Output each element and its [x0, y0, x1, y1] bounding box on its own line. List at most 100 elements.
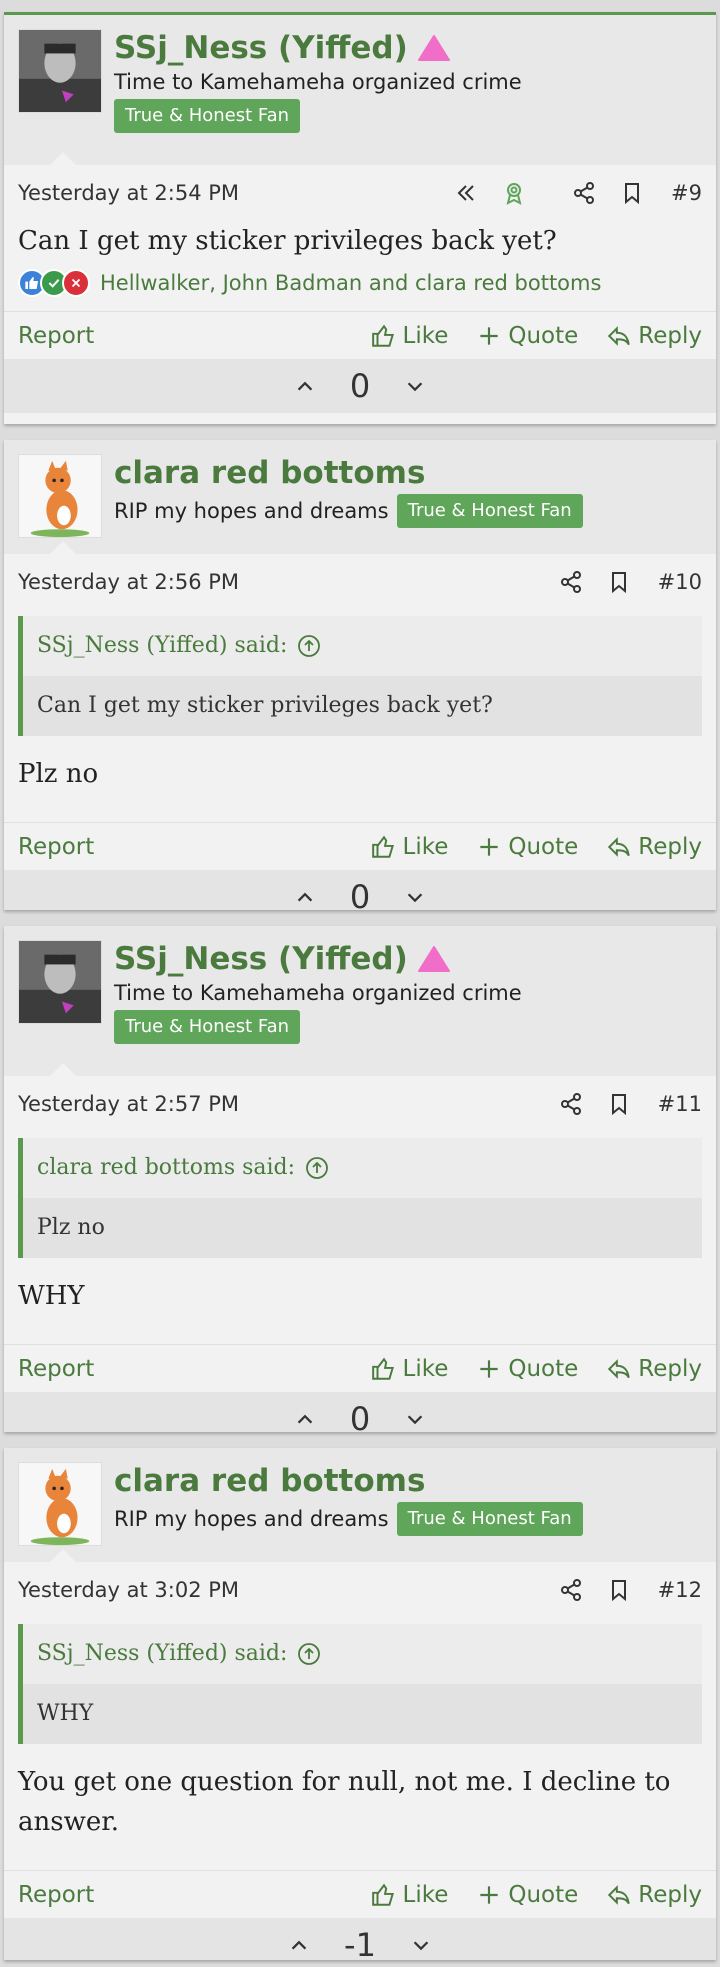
plus-icon: [480, 326, 499, 345]
reactions-list[interactable]: Hellwalker, John Badman and clara red bo…: [100, 271, 601, 295]
downvote-icon[interactable]: [404, 886, 426, 908]
quote-author[interactable]: SSj_Ness (Yiffed) said:: [23, 616, 702, 676]
bookmark-icon[interactable]: [617, 178, 647, 208]
username-link[interactable]: SSj_Ness (Yiffed): [114, 29, 716, 67]
role-triangle-icon: [417, 946, 450, 972]
quote-author[interactable]: clara red bottoms said:: [23, 1138, 702, 1198]
avatar[interactable]: [18, 29, 102, 113]
post-meta: Yesterday at 2:54 PM #9: [4, 165, 716, 221]
post-number[interactable]: #10: [658, 570, 702, 594]
report-button[interactable]: Report: [18, 323, 343, 349]
downvote-icon[interactable]: [404, 375, 426, 397]
share-icon[interactable]: [556, 1575, 586, 1605]
report-button[interactable]: Report: [18, 834, 343, 860]
username-link[interactable]: SSj_Ness (Yiffed): [114, 940, 716, 978]
user-title: Time to Kamehameha organized crime: [114, 981, 522, 1005]
plus-icon: [480, 1885, 499, 1904]
post-date[interactable]: Yesterday at 2:54 PM: [18, 181, 433, 205]
vote-bar: 0: [4, 1392, 716, 1432]
post-body: Can I get my sticker privileges back yet…: [18, 226, 557, 256]
thumbs-up-icon: [371, 1357, 394, 1380]
jump-up-icon[interactable]: [297, 1642, 321, 1666]
share-icon[interactable]: [556, 1089, 586, 1119]
thumbs-up-icon: [371, 324, 394, 347]
share-icon[interactable]: [556, 567, 586, 597]
reaction-icons: [18, 269, 90, 297]
plus-icon: [480, 1359, 499, 1378]
reply-button[interactable]: Reply: [606, 834, 702, 860]
vote-score: -1: [344, 1926, 376, 1960]
post-9: SSj_Ness (Yiffed) Time to Kamehameha org…: [4, 12, 716, 424]
vote-bar: 0: [4, 870, 716, 910]
user-title: RIP my hopes and dreams: [114, 499, 389, 523]
reply-button[interactable]: Reply: [606, 323, 702, 349]
quote-text: Plz no: [23, 1198, 702, 1258]
reactions-bar[interactable]: Hellwalker, John Badman and clara red bo…: [4, 269, 716, 311]
post-actions: Report Like Quote Reply: [4, 311, 716, 359]
post-date[interactable]: Yesterday at 3:02 PM: [18, 1578, 538, 1602]
header-pointer: [50, 541, 76, 554]
header-pointer: [50, 1549, 76, 1562]
username-link[interactable]: clara red bottoms: [114, 454, 716, 492]
post-10: clara red bottoms RIP my hopes and dream…: [4, 440, 716, 910]
quote-block: SSj_Ness (Yiffed) said: Can I get my sti…: [18, 616, 702, 736]
upvote-icon[interactable]: [294, 886, 316, 908]
avatar[interactable]: [18, 454, 102, 538]
user-title: RIP my hopes and dreams: [114, 1507, 389, 1531]
quote-button[interactable]: Quote: [476, 1882, 578, 1908]
vote-score: 0: [349, 1400, 371, 1432]
post-header: clara red bottoms RIP my hopes and dream…: [4, 1448, 716, 1562]
like-button[interactable]: Like: [371, 323, 448, 349]
downvote-icon[interactable]: [404, 1408, 426, 1430]
avatar[interactable]: [18, 1462, 102, 1546]
user-title: Time to Kamehameha organized crime: [114, 70, 522, 94]
post-meta: Yesterday at 3:02 PM #12: [4, 1562, 716, 1618]
upvote-icon[interactable]: [288, 1934, 310, 1956]
post-meta: Yesterday at 2:57 PM #11: [4, 1076, 716, 1132]
quote-button[interactable]: Quote: [476, 1356, 578, 1382]
vote-bar: 0: [4, 359, 716, 413]
quote-author[interactable]: SSj_Ness (Yiffed) said:: [23, 1624, 702, 1684]
post-header: SSj_Ness (Yiffed) Time to Kamehameha org…: [4, 15, 716, 165]
like-button[interactable]: Like: [371, 1356, 448, 1382]
bookmark-icon[interactable]: [604, 1089, 634, 1119]
post-date[interactable]: Yesterday at 2:56 PM: [18, 570, 538, 594]
reply-icon: [608, 325, 631, 346]
reply-icon: [608, 1884, 631, 1905]
jump-up-icon[interactable]: [297, 634, 321, 658]
report-button[interactable]: Report: [18, 1882, 343, 1908]
vote-score: 0: [349, 367, 371, 405]
reply-button[interactable]: Reply: [606, 1356, 702, 1382]
award-icon[interactable]: [499, 178, 529, 208]
downvote-icon[interactable]: [410, 1934, 432, 1956]
disagree-reaction-icon: [62, 269, 90, 297]
user-banner: True & Honest Fan: [114, 99, 301, 133]
post-number[interactable]: #12: [658, 1578, 702, 1602]
quote-button[interactable]: Quote: [476, 323, 578, 349]
report-button[interactable]: Report: [18, 1356, 343, 1382]
header-pointer: [50, 152, 76, 165]
post-header: clara red bottoms RIP my hopes and dream…: [4, 440, 716, 554]
share-icon[interactable]: [569, 178, 599, 208]
header-pointer: [50, 1063, 76, 1076]
bookmark-icon[interactable]: [604, 567, 634, 597]
bookmark-icon[interactable]: [604, 1575, 634, 1605]
quote-text: WHY: [23, 1684, 702, 1744]
post-date[interactable]: Yesterday at 2:57 PM: [18, 1092, 538, 1116]
reply-button[interactable]: Reply: [606, 1882, 702, 1908]
username-link[interactable]: clara red bottoms: [114, 1462, 716, 1500]
post-number[interactable]: #11: [658, 1092, 702, 1116]
rewind-icon[interactable]: [451, 178, 481, 208]
quote-block: SSj_Ness (Yiffed) said: WHY: [18, 1624, 702, 1744]
like-button[interactable]: Like: [371, 1882, 448, 1908]
quote-button[interactable]: Quote: [476, 834, 578, 860]
upvote-icon[interactable]: [294, 375, 316, 397]
upvote-icon[interactable]: [294, 1408, 316, 1430]
user-banner: True & Honest Fan: [396, 1502, 583, 1536]
jump-up-icon[interactable]: [305, 1156, 329, 1180]
post-number[interactable]: #9: [671, 181, 702, 205]
post-body: SSj_Ness (Yiffed) said: Can I get my sti…: [4, 616, 716, 822]
like-button[interactable]: Like: [371, 834, 448, 860]
vote-score: 0: [349, 878, 371, 910]
avatar[interactable]: [18, 940, 102, 1024]
